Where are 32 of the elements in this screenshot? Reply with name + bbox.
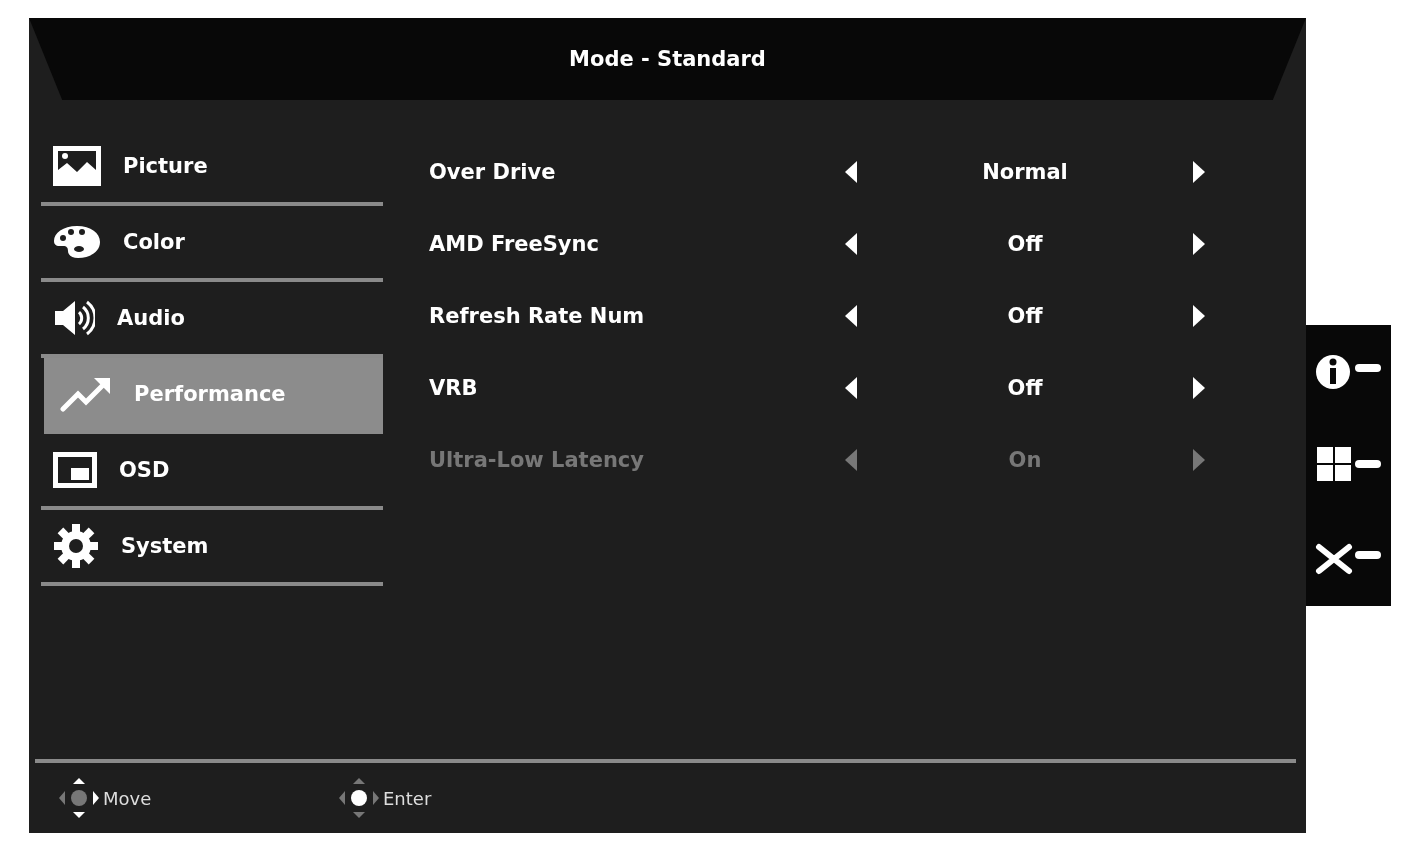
setting-value: Off bbox=[1006, 376, 1044, 400]
menu-title: Mode - Standard bbox=[569, 47, 766, 71]
right-arrow-icon[interactable] bbox=[1193, 305, 1205, 327]
setting-value: Off bbox=[1006, 232, 1044, 256]
right-arrow-icon[interactable] bbox=[1193, 377, 1205, 399]
setting-value: Normal bbox=[981, 160, 1069, 184]
gear-icon bbox=[53, 523, 99, 569]
setting-label: Refresh Rate Num bbox=[429, 304, 646, 328]
menu-item[interactable]: Color bbox=[41, 206, 383, 282]
palette-icon bbox=[53, 225, 101, 259]
setting-value: On bbox=[1007, 448, 1043, 472]
left-arrow-icon[interactable] bbox=[845, 161, 857, 183]
right-arrow-icon[interactable] bbox=[1193, 233, 1205, 255]
setting-label: AMD FreeSync bbox=[429, 232, 600, 256]
left-arrow-icon[interactable] bbox=[845, 377, 857, 399]
menu-item[interactable]: OSD bbox=[41, 434, 383, 510]
hint-label: Move bbox=[103, 787, 152, 809]
window-icon bbox=[53, 452, 97, 488]
setting-label: VRB bbox=[429, 376, 479, 400]
trend-arrow-icon bbox=[60, 376, 112, 412]
navigation-pad-icon bbox=[337, 776, 381, 820]
hint-label: Enter bbox=[383, 787, 432, 809]
left-arrow-icon[interactable] bbox=[845, 233, 857, 255]
menu-item[interactable]: Picture bbox=[41, 130, 383, 206]
setting-label: Ultra-Low Latency bbox=[429, 448, 645, 472]
navigation-pad-icon bbox=[57, 776, 101, 820]
left-arrow-icon[interactable] bbox=[845, 305, 857, 327]
menu-item[interactable]: System bbox=[41, 510, 383, 586]
picture-icon bbox=[53, 146, 101, 186]
right-arrow-icon[interactable] bbox=[1193, 161, 1205, 183]
setting-value: Off bbox=[1006, 304, 1044, 328]
setting-label: Over Drive bbox=[429, 160, 557, 184]
